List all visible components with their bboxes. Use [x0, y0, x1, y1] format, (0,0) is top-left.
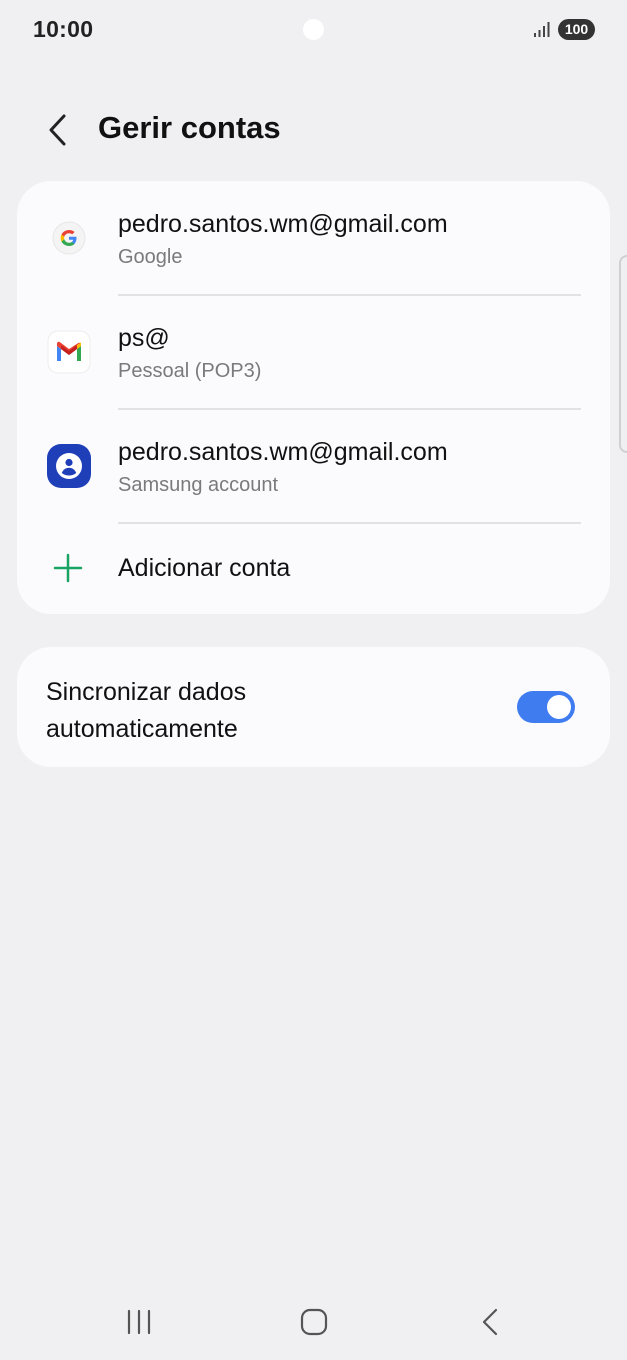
- account-type: Samsung account: [118, 474, 279, 496]
- account-email: pedro.santos.wm@gmail.com: [118, 438, 448, 466]
- navigation-bar: [0, 1290, 627, 1360]
- status-bar: 10:00 100: [0, 0, 627, 58]
- home-button[interactable]: [284, 1302, 344, 1342]
- gmail-icon: [47, 330, 91, 374]
- recents-icon: [127, 1309, 151, 1335]
- chevron-left-icon: [49, 114, 66, 146]
- system-back-button[interactable]: [460, 1302, 520, 1342]
- account-email: ps@: [118, 324, 170, 352]
- account-email: pedro.santos.wm@gmail.com: [118, 210, 448, 238]
- battery-badge: 100: [558, 19, 595, 40]
- account-row-google[interactable]: pedro.santos.wm@gmail.com Google: [17, 181, 610, 296]
- sync-label-line2: automaticamente: [46, 715, 238, 743]
- account-type: Pessoal (POP3): [118, 360, 262, 382]
- page-title: Gerir contas: [98, 110, 281, 145]
- plus-icon: [53, 553, 83, 583]
- sync-card[interactable]: Sincronizar dados automaticamente: [17, 647, 610, 767]
- back-button[interactable]: [38, 108, 78, 152]
- accounts-card: pedro.santos.wm@gmail.com Google ps@ Pes…: [17, 181, 610, 614]
- account-row-samsung[interactable]: pedro.santos.wm@gmail.com Samsung accoun…: [17, 409, 610, 524]
- account-type: Google: [118, 246, 183, 268]
- account-row-pop3[interactable]: ps@ Pessoal (POP3): [17, 295, 610, 410]
- recents-button[interactable]: [109, 1302, 169, 1342]
- toggle-knob: [547, 695, 571, 719]
- sync-label-line1: Sincronizar dados: [46, 678, 247, 706]
- edge-panel-handle[interactable]: [619, 255, 627, 453]
- status-time: 10:00: [33, 16, 94, 42]
- add-account-button[interactable]: Adicionar conta: [17, 523, 610, 614]
- sync-label: Sincronizar dados automaticamente: [46, 674, 386, 748]
- camera-cutout: [303, 19, 324, 40]
- samsung-account-icon: [47, 444, 91, 488]
- auto-sync-toggle[interactable]: [517, 691, 575, 723]
- app-header: Gerir contas: [0, 100, 627, 160]
- home-icon: [300, 1308, 328, 1336]
- google-icon: [47, 216, 91, 260]
- screen: 10:00 100 Gerir contas pedro.santos.wm@g…: [0, 0, 627, 1360]
- add-account-label: Adicionar conta: [118, 554, 291, 582]
- back-icon: [482, 1308, 498, 1336]
- signal-bars-icon: [534, 22, 550, 37]
